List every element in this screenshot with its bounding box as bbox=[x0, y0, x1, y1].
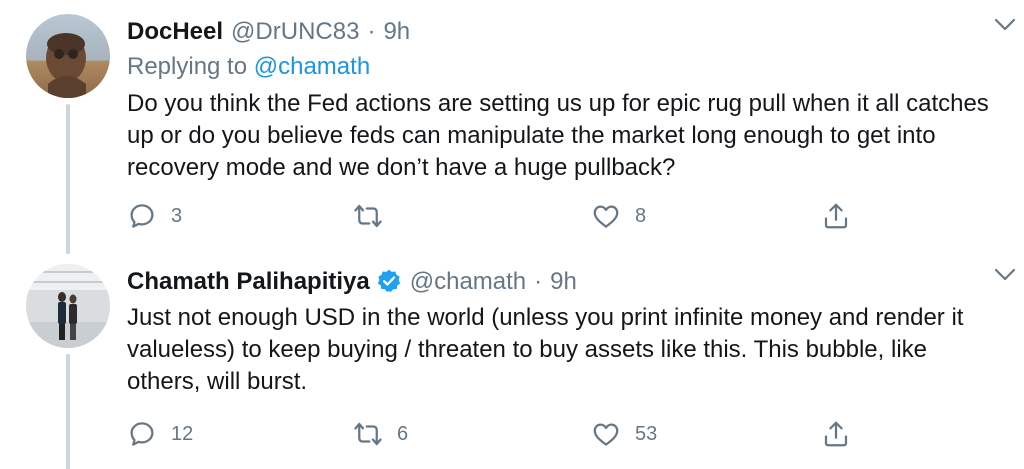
tweet-header: Chamath Palihapitiya @chamath · 9h bbox=[127, 262, 1007, 302]
conversation-thread: DocHeel @DrUNC83 · 9h Replying to @chama… bbox=[0, 0, 1024, 469]
retweet-icon bbox=[354, 422, 382, 446]
avatar[interactable] bbox=[26, 264, 110, 348]
tweet-text: Do you think the Fed actions are setting… bbox=[127, 90, 989, 181]
tweet[interactable]: Chamath Palihapitiya @chamath · 9h Just … bbox=[0, 250, 1024, 469]
display-name[interactable]: DocHeel bbox=[127, 12, 223, 52]
timestamp[interactable]: 9h bbox=[550, 262, 577, 302]
thread-connector-line bbox=[66, 354, 70, 469]
separator: · bbox=[367, 18, 376, 45]
tweet-content: DocHeel @DrUNC83 · 9h Replying to @chama… bbox=[127, 12, 1007, 184]
share-icon bbox=[824, 203, 848, 229]
like-button[interactable]: 53 bbox=[591, 416, 657, 452]
separator: · bbox=[534, 268, 543, 295]
retweet-button[interactable] bbox=[353, 198, 397, 234]
like-icon bbox=[593, 205, 619, 228]
retweet-icon bbox=[354, 204, 382, 228]
verified-badge-icon bbox=[377, 269, 400, 292]
chevron-down-icon[interactable] bbox=[994, 268, 1016, 282]
retweet-button[interactable]: 6 bbox=[353, 416, 408, 452]
timestamp[interactable]: 9h bbox=[383, 12, 410, 52]
user-avatar-icon bbox=[26, 14, 110, 98]
tweet[interactable]: DocHeel @DrUNC83 · 9h Replying to @chama… bbox=[0, 0, 1024, 254]
share-icon bbox=[824, 421, 848, 447]
tweet-text: Just not enough USD in the world (unless… bbox=[127, 304, 964, 395]
display-name[interactable]: Chamath Palihapitiya bbox=[127, 262, 370, 302]
reply-icon bbox=[130, 204, 154, 228]
chevron-down-icon[interactable] bbox=[994, 18, 1016, 32]
like-count: 53 bbox=[635, 422, 658, 445]
reply-count: 3 bbox=[171, 204, 183, 227]
tweet-content: Chamath Palihapitiya @chamath · 9h Just … bbox=[127, 262, 1007, 398]
tweet-header: DocHeel @DrUNC83 · 9h bbox=[127, 12, 1007, 52]
like-icon bbox=[593, 423, 619, 446]
tweet-actions: 3 8 bbox=[127, 198, 867, 238]
reply-icon bbox=[130, 422, 154, 446]
user-avatar-icon bbox=[26, 264, 110, 348]
replying-to: Replying to @chamath bbox=[127, 52, 1007, 82]
reply-button[interactable]: 3 bbox=[127, 198, 182, 234]
like-count: 8 bbox=[635, 204, 647, 227]
mention-link[interactable]: @chamath bbox=[254, 53, 370, 80]
reply-count: 12 bbox=[171, 422, 194, 445]
thread-connector-line bbox=[66, 104, 70, 254]
replying-prefix: Replying to bbox=[127, 53, 248, 80]
avatar[interactable] bbox=[26, 14, 110, 98]
share-button[interactable] bbox=[821, 198, 851, 234]
share-button[interactable] bbox=[821, 416, 851, 452]
reply-button[interactable]: 12 bbox=[127, 416, 193, 452]
like-button[interactable]: 8 bbox=[591, 198, 646, 234]
user-handle[interactable]: @DrUNC83 bbox=[231, 12, 359, 52]
retweet-count: 6 bbox=[397, 422, 409, 445]
tweet-actions: 12 6 53 bbox=[127, 416, 867, 456]
user-handle[interactable]: @chamath bbox=[410, 262, 526, 302]
